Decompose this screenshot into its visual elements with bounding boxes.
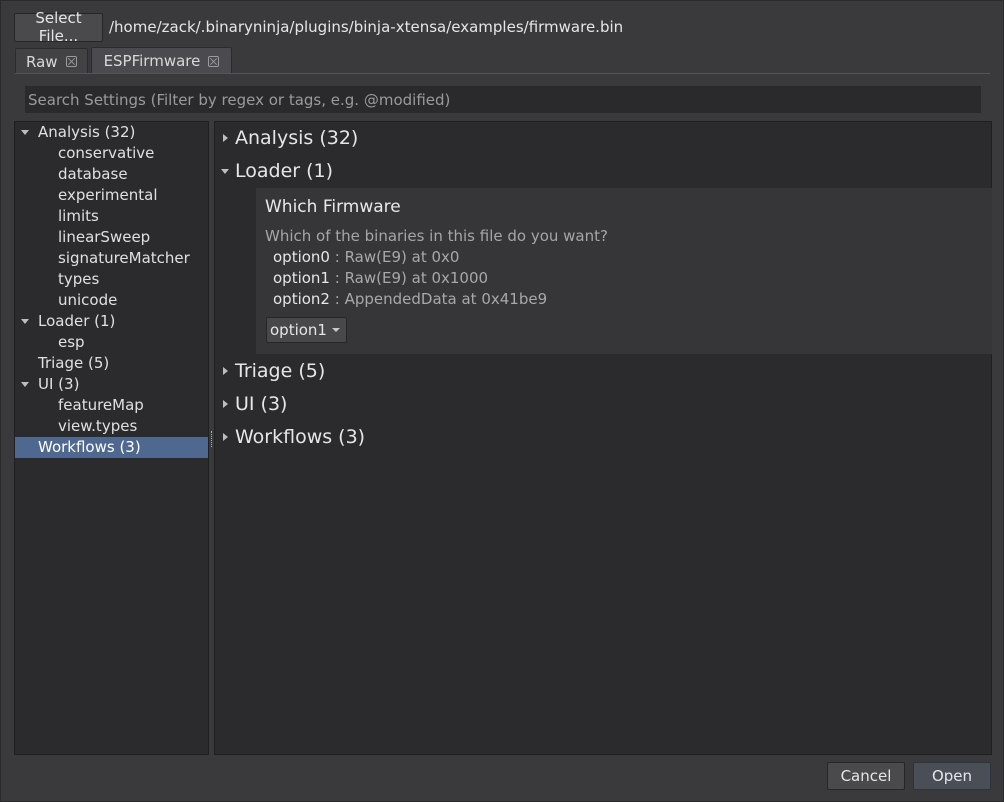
tree-item-label: signatureMatcher: [58, 249, 190, 267]
tree-item-label: UI (3): [38, 375, 80, 393]
tree-item-esp[interactable]: esp: [15, 332, 208, 353]
tab-espfirmware[interactable]: ESPFirmware: [90, 47, 233, 74]
tab-divider: [15, 73, 990, 74]
chevron-right-icon[interactable]: [223, 433, 228, 441]
chevron-down-icon[interactable]: [221, 169, 229, 174]
close-icon[interactable]: [65, 56, 77, 67]
option-line: option1 : Raw(E9) at 0x1000: [273, 269, 488, 287]
tab-raw-label: Raw: [26, 52, 58, 71]
tree-item-label: Loader (1): [38, 312, 116, 330]
chevron-down-icon[interactable]: [21, 382, 29, 387]
firmware-select-value: option1: [270, 321, 327, 339]
option-key: option2: [273, 290, 330, 308]
option-line: option2 : AppendedData at 0x41be9: [273, 290, 547, 308]
option-value: AppendedData at 0x41be9: [344, 290, 548, 308]
chevron-right-icon[interactable]: [223, 400, 228, 408]
section-title: Triage (5): [235, 360, 326, 382]
tree-item-view-types[interactable]: view.types: [15, 416, 208, 437]
option-key: option0: [273, 248, 330, 266]
chevron-right-icon[interactable]: [223, 134, 228, 142]
tree-item-label: limits: [58, 207, 99, 225]
cancel-button[interactable]: Cancel: [827, 762, 905, 790]
tree-item-label: featureMap: [58, 396, 144, 414]
tab-raw[interactable]: Raw: [15, 48, 88, 74]
option-value: Raw(E9) at 0x0: [344, 248, 460, 266]
tree-item-label: linearSweep: [58, 228, 151, 246]
tree-item-conservative[interactable]: conservative: [15, 143, 208, 164]
splitter-handle[interactable]: [211, 431, 213, 447]
tree-item-linearsweep[interactable]: linearSweep: [15, 227, 208, 248]
tree-item-signaturematcher[interactable]: signatureMatcher: [15, 248, 208, 269]
option-separator: :: [329, 248, 345, 266]
tree-item-loader[interactable]: Loader (1): [15, 311, 208, 332]
open-button[interactable]: Open: [913, 762, 991, 790]
option-value: Raw(E9) at 0x1000: [344, 269, 489, 287]
tree-item-unicode[interactable]: unicode: [15, 290, 208, 311]
firmware-select[interactable]: option1: [266, 317, 347, 343]
tree-item-featuremap[interactable]: featureMap: [15, 395, 208, 416]
tree-item-label: Analysis (32): [38, 123, 136, 141]
search-settings-input[interactable]: [25, 86, 981, 113]
tree-item-types[interactable]: types: [15, 269, 208, 290]
tree-item-workflows[interactable]: Workflows (3): [15, 437, 208, 458]
option-separator: :: [329, 290, 345, 308]
tree-item-analysis[interactable]: Analysis (32): [15, 122, 208, 143]
settings-panel: Analysis (32) Loader (1) Which Firmware …: [214, 121, 992, 755]
tree-item-triage[interactable]: Triage (5): [15, 353, 208, 374]
tree-item-label: database: [58, 165, 128, 183]
tree-item-label: esp: [58, 333, 85, 351]
section-title: Analysis (32): [235, 127, 359, 149]
tree-item-experimental[interactable]: experimental: [15, 185, 208, 206]
close-icon[interactable]: [208, 55, 220, 67]
tree-item-label: unicode: [58, 291, 118, 309]
file-row: Select File... /home/zack/.binaryninja/p…: [14, 9, 624, 45]
select-file-button[interactable]: Select File...: [14, 9, 103, 45]
tree-item-label: Triage (5): [38, 354, 110, 372]
chevron-down-icon[interactable]: [21, 319, 29, 324]
section-title: UI (3): [235, 393, 288, 415]
section-title: Loader (1): [235, 160, 334, 182]
tab-bar: Raw ESPFirmware: [15, 47, 233, 74]
chevron-down-icon: [332, 328, 340, 332]
option-line: option0 : Raw(E9) at 0x0: [273, 248, 459, 266]
tree-item-database[interactable]: database: [15, 164, 208, 185]
tab-espfirmware-label: ESPFirmware: [103, 52, 201, 70]
settings-tree[interactable]: Analysis (32) conservative database expe…: [14, 121, 209, 755]
tree-item-label: experimental: [58, 186, 158, 204]
section-title: Workflows (3): [235, 426, 366, 448]
setting-which-firmware: Which Firmware Which of the binaries in …: [256, 188, 992, 354]
setting-title: Which Firmware: [265, 197, 401, 217]
chevron-right-icon[interactable]: [223, 367, 228, 375]
setting-description: Which of the binaries in this file do yo…: [265, 227, 608, 245]
tree-item-label: conservative: [58, 144, 155, 162]
tree-item-label: types: [58, 270, 100, 288]
tree-item-label: view.types: [58, 417, 138, 435]
tree-item-label: Workflows (3): [38, 438, 141, 456]
tree-item-limits[interactable]: limits: [15, 206, 208, 227]
option-key: option1: [273, 269, 330, 287]
tree-item-ui[interactable]: UI (3): [15, 374, 208, 395]
chevron-down-icon[interactable]: [21, 130, 29, 135]
option-separator: :: [329, 269, 345, 287]
file-path: /home/zack/.binaryninja/plugins/binja-xt…: [109, 18, 624, 36]
